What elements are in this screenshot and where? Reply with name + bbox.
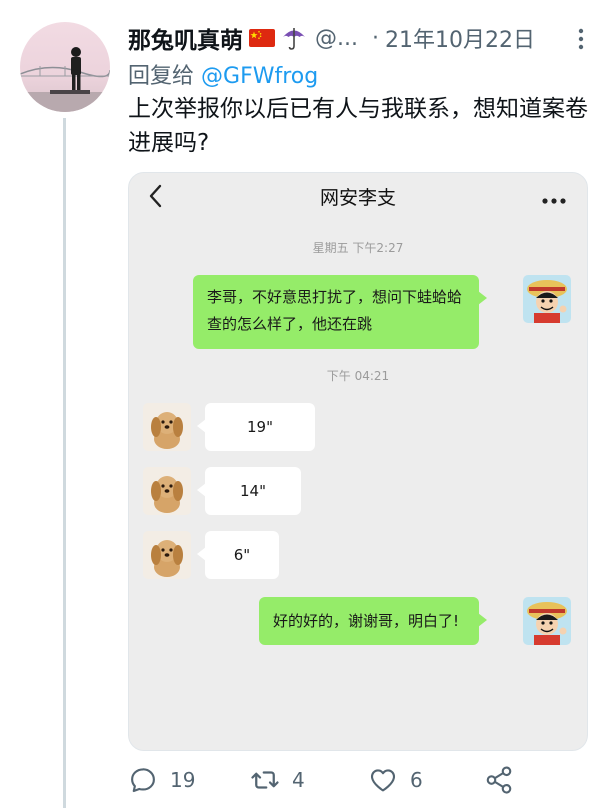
reply-prefix: 回复给 — [128, 64, 195, 89]
voice-duration: 6" — [233, 546, 251, 564]
chat-timestamp: 下午 04:21 — [326, 369, 390, 383]
reply-context: 回复给 @GFWfrog — [128, 58, 318, 90]
more-icon[interactable] — [571, 26, 591, 52]
profile-avatar[interactable] — [20, 22, 110, 112]
retweet-button[interactable]: 4 — [250, 762, 305, 798]
message-bubble-outgoing: 李哥，不好意思打扰了，想问下蛙蛤蛤查的怎么样了，他还在跳 — [193, 275, 487, 349]
dog-avatar — [143, 403, 191, 451]
more-dots-icon — [541, 191, 567, 204]
retweet-icon — [251, 771, 279, 789]
voice-message-bubble: 6" — [197, 531, 279, 579]
retweet-count: 4 — [292, 768, 305, 792]
tweet-date[interactable]: 21年10月22日 — [385, 22, 535, 54]
like-button[interactable]: 6 — [368, 762, 423, 798]
dog-avatar — [143, 467, 191, 515]
chat-title: 网安李支 — [319, 187, 396, 209]
share-icon — [486, 766, 512, 794]
message-bubble-outgoing: 好的好的，谢谢哥，明白了! — [259, 597, 487, 645]
reply-mention-link[interactable]: @GFWfrog — [201, 64, 318, 89]
dog-avatar — [143, 531, 191, 579]
reply-count: 19 — [170, 768, 196, 792]
voice-duration: 19" — [247, 418, 273, 436]
chat-screenshot-image[interactable]: 网安李支 星期五 下午2:27 李哥，不好意思打扰了，想问下蛙蛤蛤查的怎么样了，… — [128, 172, 588, 751]
voice-duration: 14" — [240, 482, 266, 500]
china-flag-icon — [249, 29, 275, 47]
chat-topbar: 网安李支 — [129, 173, 587, 219]
luffy-avatar — [523, 275, 571, 323]
reply-icon — [131, 768, 155, 793]
share-button[interactable] — [484, 762, 514, 798]
tweet-header: 那兔叽真萌 @... · 21年10月22日 — [128, 20, 587, 56]
thread-line — [63, 118, 66, 808]
luffy-avatar — [523, 597, 571, 645]
voice-message-bubble: 19" — [197, 403, 315, 451]
separator: · — [371, 25, 379, 51]
message-text: 李哥，不好意思打扰了，想问下蛙蛤蛤查的怎么样了，他还在跳 — [207, 288, 463, 333]
umbrella-icon — [281, 25, 307, 51]
message-text: 好的好的，谢谢哥，明白了! — [273, 612, 460, 630]
tweet-text: 上次举报你以后已有人与我联系，想知道案卷进展吗? — [128, 96, 588, 156]
tweet-action-bar: 19 4 6 — [128, 762, 588, 798]
voice-message-bubble: 14" — [197, 467, 301, 515]
handle[interactable]: @... — [315, 26, 358, 51]
like-count: 6 — [410, 768, 423, 792]
chat-timestamp: 星期五 下午2:27 — [312, 241, 404, 255]
display-name[interactable]: 那兔叽真萌 — [128, 21, 243, 55]
like-icon — [370, 769, 396, 792]
reply-button[interactable]: 19 — [128, 762, 195, 798]
